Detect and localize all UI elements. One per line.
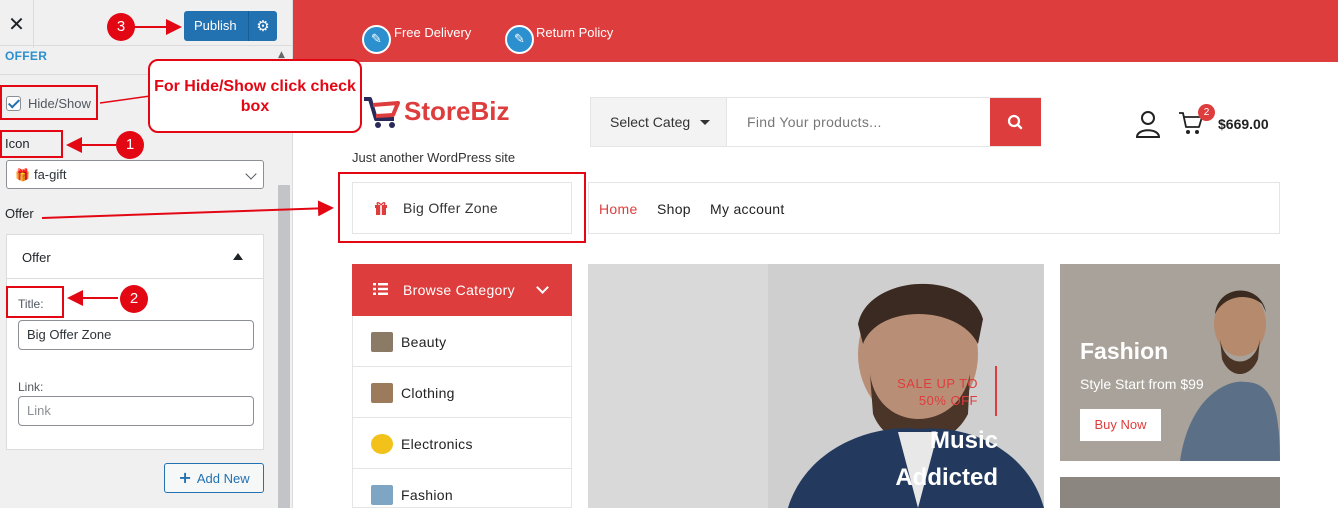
publish-label: Publish (194, 18, 237, 33)
secondary-banner[interactable] (1060, 477, 1280, 508)
clothing-thumbnail (371, 383, 393, 403)
fashion-thumbnail (371, 485, 393, 505)
pencil-icon[interactable]: ✎ (362, 25, 391, 54)
topbar-return-policy[interactable]: Return Policy (536, 25, 613, 40)
category-item[interactable]: Clothing (353, 367, 571, 418)
hero-title: Music Addicted (858, 422, 998, 496)
product-search: Select Categ Find Your products... (590, 97, 1041, 147)
caret-up-icon[interactable] (233, 253, 243, 260)
cart-total[interactable]: $669.00 (1218, 116, 1269, 132)
icon-select[interactable]: 🎁 fa-gift (6, 160, 264, 189)
category-label: Clothing (401, 385, 455, 401)
beauty-thumbnail (371, 332, 393, 352)
gear-icon[interactable]: ⚙ (252, 11, 274, 41)
annotation-box-offer-zone (338, 172, 586, 243)
chevron-down-icon (245, 168, 257, 180)
browse-category-label: Browse Category (403, 282, 515, 298)
logo-text: StoreBiz (404, 95, 510, 126)
hero-sale-line1: SALE UP TO (897, 376, 978, 391)
site-logo[interactable]: StoreBiz (362, 93, 509, 129)
search-button[interactable] (990, 98, 1041, 146)
category-label: Electronics (401, 436, 473, 452)
annotation-box-hide-show (0, 85, 98, 120)
nav-home[interactable]: Home (599, 201, 638, 217)
section-title: OFFER (5, 49, 48, 63)
icon-select-value: fa-gift (33, 167, 67, 182)
category-item[interactable]: Fashion (353, 469, 571, 508)
add-new-label: Add New (196, 471, 250, 486)
pencil-icon[interactable]: ✎ (505, 25, 534, 54)
category-list: Beauty Clothing Electronics Fashion (352, 316, 572, 508)
annotation-marker-1: 1 (116, 131, 144, 159)
category-label: Fashion (401, 487, 453, 503)
category-select[interactable]: Select Categ (591, 98, 727, 146)
topbar-free-delivery[interactable]: Free Delivery (394, 25, 471, 40)
caret-down-icon (700, 120, 710, 125)
hero-banner[interactable]: SALE UP TO 50% OFF Music Addicted (588, 264, 1044, 508)
nav-my-account[interactable]: My account (710, 201, 785, 217)
repeater-header-label: Offer (22, 250, 51, 265)
main-nav: Home Shop My account (588, 182, 1280, 234)
nav-shop[interactable]: Shop (657, 201, 691, 217)
annotation-marker-2: 2 (120, 285, 148, 313)
offer-repeater: Offer Title: Big Offer Zone Link: Link (6, 234, 264, 450)
annotation-marker-3: 3 (107, 13, 135, 41)
annotation-box-icon (0, 130, 63, 158)
publish-divider (248, 11, 249, 41)
cart-count-badge: 2 (1198, 104, 1215, 121)
search-input[interactable]: Find Your products... (747, 98, 882, 146)
user-icon[interactable] (1135, 110, 1161, 138)
category-select-value: Select Categ (610, 114, 691, 130)
add-new-button[interactable]: + Add New (164, 463, 264, 493)
link-input[interactable]: Link (18, 396, 254, 426)
hero-title-line1: Music (929, 427, 998, 454)
category-item[interactable]: Electronics (353, 418, 571, 469)
browse-category-button[interactable]: Browse Category (352, 264, 572, 316)
fashion-banner[interactable]: Fashion Style Start from $99 Buy Now (1060, 264, 1280, 461)
title-input[interactable]: Big Offer Zone (18, 320, 254, 350)
electronics-thumbnail (371, 434, 393, 454)
hero-sale-line2: 50% OFF (918, 393, 978, 408)
hero-title-line2: Addicted (895, 464, 998, 491)
hero-sale-text: SALE UP TO 50% OFF (858, 375, 978, 409)
fashion-subtitle: Style Start from $99 (1080, 376, 1204, 392)
fashion-title: Fashion (1080, 338, 1169, 364)
chevron-down-icon (536, 281, 549, 294)
buy-now-button[interactable]: Buy Now (1080, 409, 1161, 441)
scrollbar[interactable] (278, 185, 290, 508)
list-icon (373, 283, 388, 295)
site-tagline: Just another WordPress site (352, 150, 516, 165)
repeater-header[interactable]: Offer (7, 235, 263, 279)
publish-button[interactable]: Publish ⚙ (184, 11, 277, 41)
category-item[interactable]: Beauty (353, 316, 571, 367)
plus-icon: + (178, 468, 192, 487)
cart-logo-icon (364, 97, 400, 128)
annotation-callout: For Hide/Show click check box (148, 59, 362, 133)
category-label: Beauty (401, 334, 447, 350)
link-field-label: Link: (18, 380, 44, 394)
close-customizer-button[interactable]: ✕ (0, 0, 34, 48)
search-icon (1007, 114, 1023, 130)
hero-accent-bar (995, 366, 997, 416)
offer-field-label: Offer (5, 206, 34, 221)
gift-icon: 🎁 (15, 168, 30, 182)
annotation-box-title (6, 286, 64, 318)
